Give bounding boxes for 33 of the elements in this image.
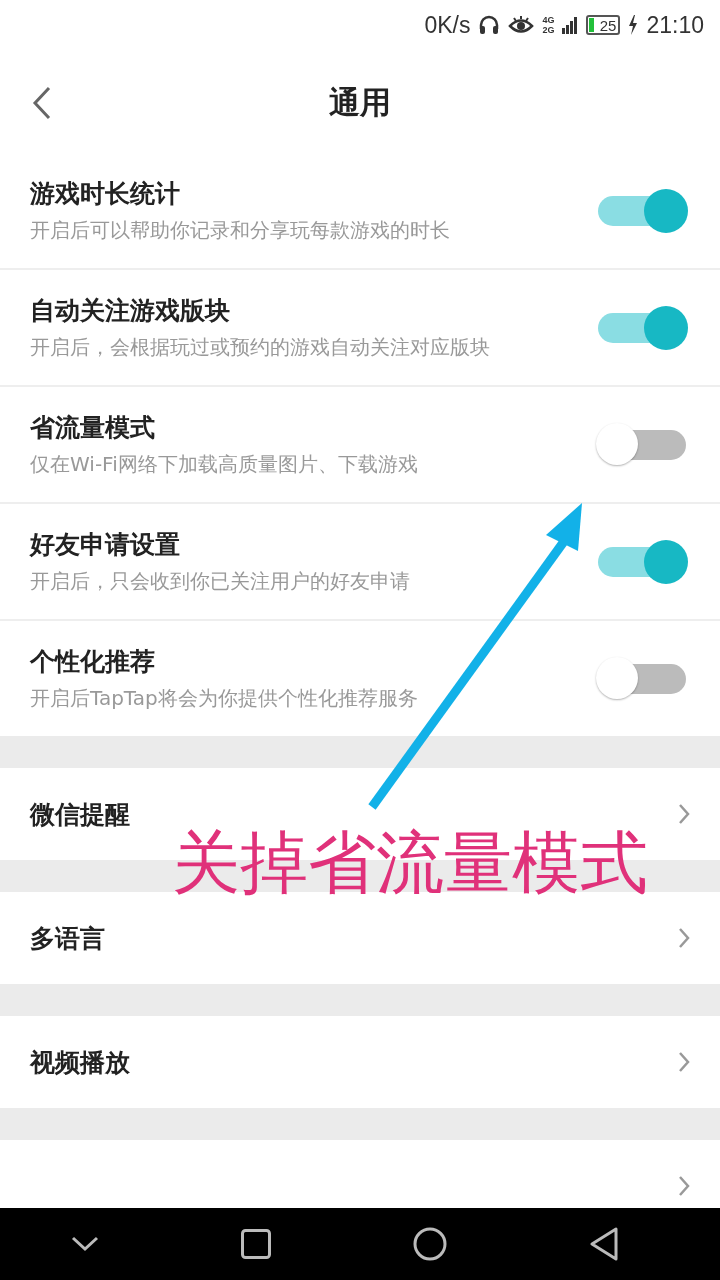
clock: 21:10 bbox=[646, 11, 704, 39]
recents-icon[interactable] bbox=[241, 1229, 271, 1259]
setting-description: 开启后，会根据玩过或预约的游戏自动关注对应版块 bbox=[30, 334, 491, 361]
setting-title: 视频播放 bbox=[30, 1046, 130, 1079]
charging-icon bbox=[628, 15, 639, 35]
network-speed: 0K/s bbox=[424, 11, 471, 39]
home-icon[interactable] bbox=[413, 1227, 447, 1261]
setting-description: 开启后，只会收到你已关注用户的好友申请 bbox=[30, 568, 411, 595]
chevron-icon bbox=[678, 1175, 690, 1197]
network-type: 4G bbox=[542, 15, 555, 25]
setting-title: 多语言 bbox=[30, 922, 105, 955]
setting-title: 好友申请设置 bbox=[30, 529, 181, 561]
back-icon[interactable] bbox=[32, 86, 52, 120]
setting-title: 微信提醒 bbox=[30, 798, 130, 831]
page-title: 通用 bbox=[329, 82, 391, 122]
back-icon[interactable] bbox=[589, 1227, 619, 1261]
setting-description: 开启后TapTap将会为你提供个性化推荐服务 bbox=[30, 685, 419, 712]
chevron-icon bbox=[678, 1051, 690, 1073]
headphones-icon bbox=[478, 14, 501, 36]
setting-description: 开启后可以帮助你记录和分享玩每款游戏的时长 bbox=[30, 217, 451, 244]
setting-title: 游戏时长统计 bbox=[30, 178, 181, 210]
signal-icon bbox=[562, 14, 579, 36]
battery: 25 bbox=[586, 15, 621, 35]
setting-title: 省流量模式 bbox=[30, 412, 156, 444]
setting-title: 个性化推荐 bbox=[30, 646, 156, 678]
network-type: 2G bbox=[542, 25, 555, 35]
setting-title: 自动关注游戏版块 bbox=[30, 295, 231, 327]
settings-row[interactable]: 视频播放 bbox=[0, 1016, 720, 1108]
eye-icon bbox=[508, 14, 535, 36]
setting-description: 仅在Wi-Fi网络下加载高质量图片、下载游戏 bbox=[30, 451, 419, 478]
chevron-down-icon[interactable] bbox=[71, 1236, 99, 1252]
chevron-icon bbox=[678, 927, 690, 949]
chevron-icon bbox=[678, 803, 690, 825]
